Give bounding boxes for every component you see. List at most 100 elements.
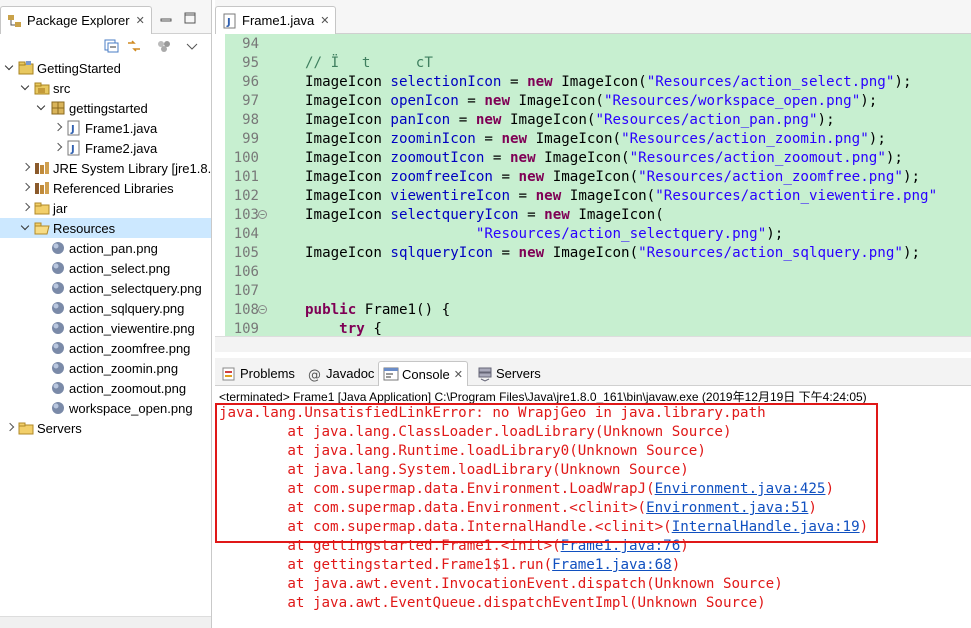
collapsed-arrow-icon[interactable] xyxy=(20,202,32,214)
line-number: 108 xyxy=(233,302,259,318)
console-line: at java.lang.Runtime.loadLibrary0(Unknow… xyxy=(219,443,706,459)
expanded-arrow-icon[interactable] xyxy=(4,62,16,74)
tree-item-label: action_zoomfree.png xyxy=(69,340,191,356)
tree-item[interactable]: J Frame2.java xyxy=(0,138,211,158)
view-menu-icon[interactable] xyxy=(184,39,200,53)
tab-package-explorer[interactable]: Package Explorer ✕ xyxy=(0,6,152,34)
console-panel: Problems @ Javadoc Console ✕ Servers <termina… xyxy=(215,358,971,628)
code-line: 101 ImageIcon zoomfreeIcon = new ImageIco… xyxy=(215,168,971,187)
tab-frame1-java[interactable]: J Frame1.java ✕ xyxy=(215,6,337,34)
no-arrow xyxy=(36,362,48,374)
tab-label: Package Explorer xyxy=(27,13,130,28)
maximize-icon[interactable] xyxy=(184,12,196,24)
close-icon[interactable]: ✕ xyxy=(136,14,145,27)
minimize-icon[interactable] xyxy=(160,14,172,26)
package-icon xyxy=(50,100,66,116)
tree-item-label: Servers xyxy=(37,420,82,436)
expanded-arrow-icon[interactable] xyxy=(36,102,48,114)
collapse-all-icon[interactable] xyxy=(104,39,120,53)
tree-item[interactable]: J Frame1.java xyxy=(0,118,211,138)
line-number: 100 xyxy=(233,150,259,166)
collapsed-arrow-icon[interactable] xyxy=(20,182,32,194)
console-line: at com.supermap.data.Environment.<clinit… xyxy=(219,500,817,516)
image-file-icon xyxy=(50,400,66,416)
folder-icon xyxy=(34,200,50,216)
tree-item[interactable]: action_select.png xyxy=(0,258,211,278)
code-text: try { xyxy=(339,321,382,336)
collapsed-arrow-icon[interactable] xyxy=(52,142,64,154)
tree-item[interactable]: Servers xyxy=(0,418,211,438)
explorer-toolbar xyxy=(0,34,211,58)
code-text: // ÏtcT xyxy=(305,55,433,71)
no-arrow xyxy=(36,402,48,414)
tree-item[interactable]: action_zoomin.png xyxy=(0,358,211,378)
code-text: ImageIcon zoominIcon = new ImageIcon("Re… xyxy=(305,131,886,147)
tree-item[interactable]: src xyxy=(0,78,211,98)
tree-item-label: src xyxy=(53,80,71,96)
console-line: at java.lang.ClassLoader.loadLibrary(Unk… xyxy=(219,424,732,440)
tree-item-label: action_viewentire.png xyxy=(69,320,195,336)
line-number: 95 xyxy=(242,55,259,71)
expanded-arrow-icon[interactable] xyxy=(20,82,32,94)
tab-label: Problems xyxy=(240,366,295,381)
tree-item[interactable]: action_pan.png xyxy=(0,238,211,258)
editor-horizontal-scrollbar[interactable] xyxy=(215,336,971,352)
library-icon xyxy=(34,160,50,176)
tree-item[interactable]: action_sqlquery.png xyxy=(0,298,211,318)
close-icon[interactable]: ✕ xyxy=(454,368,463,381)
console-output[interactable]: java.lang.UnsatisfiedLinkError: no Wrapj… xyxy=(215,404,971,613)
tree-item-label: GettingStarted xyxy=(37,60,121,76)
stack-trace-link[interactable]: Frame1.java:76 xyxy=(561,538,681,554)
tree-item[interactable]: Resources xyxy=(0,218,211,238)
tree-item[interactable]: Referenced Libraries xyxy=(0,178,211,198)
tree-item[interactable]: gettingstarted xyxy=(0,98,211,118)
java-file-icon: J xyxy=(66,140,82,156)
stack-trace-link[interactable]: Environment.java:51 xyxy=(646,500,808,516)
tree-item[interactable]: JRE System Library [jre1.8.0 xyxy=(0,158,211,178)
stack-trace-link[interactable]: Frame1.java:68 xyxy=(552,557,672,573)
focus-icon[interactable] xyxy=(156,39,172,53)
stack-trace-link[interactable]: Environment.java:425 xyxy=(655,481,826,497)
collapsed-arrow-icon[interactable] xyxy=(20,162,32,174)
console-line: at java.awt.EventQueue.dispatchEventImpl… xyxy=(219,595,766,611)
expanded-arrow-icon[interactable] xyxy=(20,222,32,234)
console-tabbar: Problems @ Javadoc Console ✕ Servers xyxy=(215,358,971,386)
java-file-icon: J xyxy=(222,13,238,29)
tab-servers[interactable]: Servers xyxy=(473,361,545,386)
code-text: ImageIcon panIcon = new ImageIcon("Resou… xyxy=(305,112,835,128)
link-with-editor-icon[interactable] xyxy=(126,39,142,53)
line-number: 105 xyxy=(233,245,259,261)
no-arrow xyxy=(36,262,48,274)
tree-item[interactable]: action_viewentire.png xyxy=(0,318,211,338)
collapsed-arrow-icon[interactable] xyxy=(4,422,16,434)
package-explorer-tabbar: Package Explorer ✕ xyxy=(0,0,211,34)
fold-icon[interactable]: − xyxy=(258,305,267,314)
project-tree: GettingStarted src gettingstarted J Frame1.j… xyxy=(0,58,211,438)
code-editor[interactable]: 94 95 // ÏtcT 96 ImageIcon selectionIc… xyxy=(215,34,971,336)
code-line: 106 xyxy=(215,263,971,282)
tab-problems[interactable]: Problems xyxy=(217,361,299,386)
library-icon xyxy=(34,180,50,196)
no-arrow xyxy=(36,242,48,254)
project-icon xyxy=(18,60,34,76)
close-icon[interactable]: ✕ xyxy=(320,14,329,27)
tab-console[interactable]: Console ✕ xyxy=(378,361,468,386)
tree-item[interactable]: action_selectquery.png xyxy=(0,278,211,298)
collapsed-arrow-icon[interactable] xyxy=(52,122,64,134)
tab-javadoc[interactable]: @ Javadoc xyxy=(303,361,378,386)
tree-item[interactable]: action_zoomfree.png xyxy=(0,338,211,358)
console-line: at java.awt.event.InvocationEvent.dispat… xyxy=(219,576,783,592)
tree-item[interactable]: jar xyxy=(0,198,211,218)
fold-icon[interactable]: − xyxy=(258,210,267,219)
code-text: ImageIcon selectqueryIcon = new ImageIco… xyxy=(305,207,664,223)
tree-item[interactable]: action_zoomout.png xyxy=(0,378,211,398)
image-file-icon xyxy=(50,340,66,356)
tree-item[interactable]: workspace_open.png xyxy=(0,398,211,418)
stack-trace-link[interactable]: InternalHandle.java:19 xyxy=(672,519,860,535)
image-file-icon xyxy=(50,280,66,296)
tree-item-label: action_zoomout.png xyxy=(69,380,187,396)
code-line: 97 ImageIcon openIcon = new ImageIcon("Re… xyxy=(215,92,971,111)
tree-item[interactable]: GettingStarted xyxy=(0,58,211,78)
tree-item-label: jar xyxy=(53,200,68,216)
horizontal-scrollbar[interactable] xyxy=(0,616,211,628)
